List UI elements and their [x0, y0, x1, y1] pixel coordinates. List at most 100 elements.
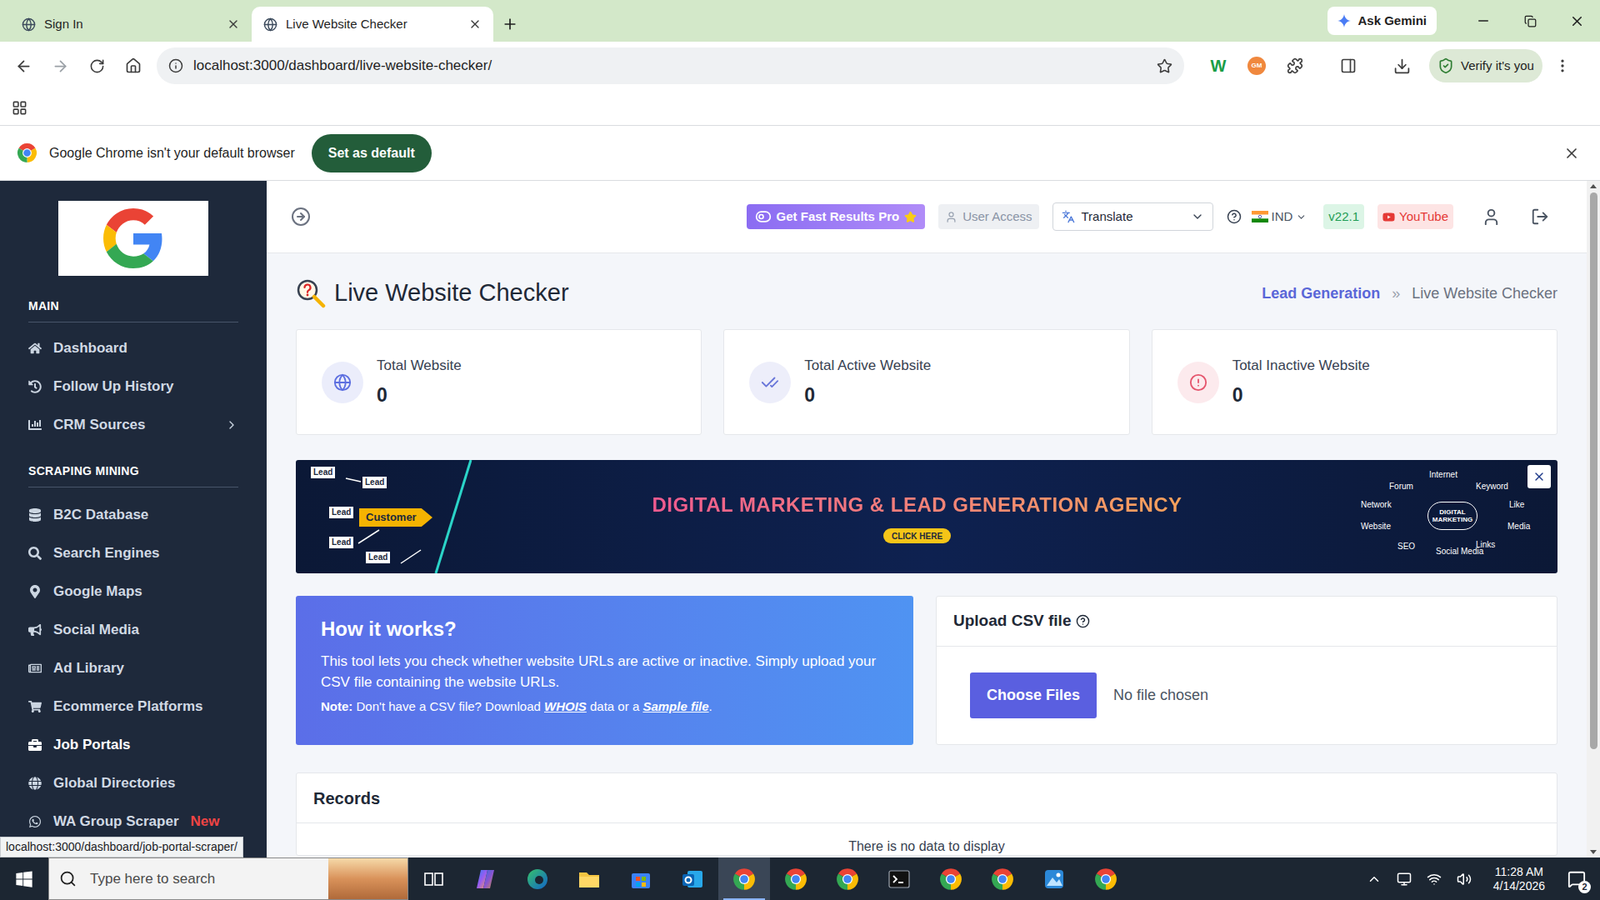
- note-link[interactable]: Sample file: [642, 699, 709, 714]
- breadcrumb-link[interactable]: Lead Generation: [1261, 282, 1380, 305]
- tab-title: Live Website Checker: [285, 15, 460, 35]
- copilot-icon: [474, 867, 498, 891]
- help-icon[interactable]: [1075, 614, 1090, 629]
- lead-tag: Lead: [329, 506, 354, 519]
- briefcase-icon: [28, 738, 42, 752]
- close-tab-icon[interactable]: [226, 17, 240, 31]
- back-button[interactable]: [6, 49, 40, 83]
- cart-icon: [28, 700, 42, 714]
- close-window-button[interactable]: [1553, 0, 1600, 42]
- side-panel-button[interactable]: [1332, 50, 1365, 82]
- page-title-row: Live Website CheckerLead Generation»Live…: [295, 275, 1558, 312]
- task-view-icon: [423, 868, 445, 890]
- sidebar-item[interactable]: Ecommerce Platforms: [28, 687, 239, 726]
- restore-icon: [1524, 15, 1537, 28]
- sidebar-item[interactable]: Search Engines: [28, 534, 239, 573]
- start-button[interactable]: [0, 857, 49, 900]
- sidebar-item[interactable]: WA Group ScraperNew: [28, 802, 239, 841]
- sidebar-item[interactable]: Global Directories: [28, 764, 239, 803]
- taskbar-app[interactable]: [925, 857, 977, 900]
- taskbar-app[interactable]: [615, 857, 667, 900]
- set-default-button[interactable]: Set as default: [311, 134, 432, 173]
- browser-tab[interactable]: Sign In: [10, 6, 252, 42]
- profile-icon[interactable]: [1481, 207, 1501, 227]
- ask-gemini-button[interactable]: Ask Gemini: [1327, 6, 1437, 35]
- sidebar-item[interactable]: Job Portals: [28, 725, 239, 765]
- sidebar-item[interactable]: CRM Sources: [28, 405, 239, 445]
- browser-tab[interactable]: Live Website Checker: [251, 6, 494, 42]
- globe-icon: [333, 373, 352, 392]
- minimize-icon: [1475, 13, 1491, 29]
- volume-icon[interactable]: [1456, 871, 1472, 887]
- taskbar-app[interactable]: [770, 857, 822, 900]
- taskbar-search[interactable]: Type here to search: [48, 857, 409, 900]
- taskbar-app[interactable]: [873, 857, 925, 900]
- reload-button[interactable]: [80, 49, 114, 83]
- apps-grid-icon[interactable]: [11, 100, 28, 116]
- scroll-down-icon[interactable]: [1586, 845, 1600, 858]
- sidebar-item[interactable]: B2C Database: [28, 495, 239, 535]
- sidebar-item[interactable]: Dashboard: [28, 329, 239, 368]
- pro-button[interactable]: Get Fast Results Pro: [746, 204, 926, 230]
- sidebar-item[interactable]: Google Maps: [28, 572, 239, 611]
- how-it-works-title: How it works?: [320, 614, 889, 645]
- menu-button[interactable]: [1549, 50, 1576, 82]
- taskbar-app[interactable]: [460, 857, 512, 900]
- taskbar-app[interactable]: [1080, 857, 1132, 900]
- taskbar-app[interactable]: [718, 857, 770, 900]
- taskbar-app[interactable]: [821, 857, 874, 900]
- forward-button[interactable]: [43, 49, 77, 83]
- taskbar-app[interactable]: [666, 857, 719, 900]
- tray-overflow-icon[interactable]: [1366, 871, 1382, 887]
- country-select[interactable]: IND: [1248, 204, 1311, 230]
- restore-button[interactable]: [1506, 0, 1554, 42]
- clock[interactable]: 11:28 AM4/14/2026: [1486, 865, 1552, 894]
- extensions-button[interactable]: [1279, 50, 1311, 82]
- extension-button[interactable]: GM: [1240, 50, 1273, 82]
- scroll-up-icon[interactable]: [1586, 180, 1600, 193]
- taskbar-app[interactable]: [976, 857, 1029, 900]
- banner-click-button[interactable]: CLICK HERE: [883, 528, 951, 544]
- records-empty: There is no data to display: [848, 838, 1005, 855]
- logout-icon[interactable]: [1530, 207, 1550, 226]
- minimize-button[interactable]: [1460, 0, 1507, 42]
- help-icon[interactable]: [1226, 209, 1242, 225]
- network-icon[interactable]: [1426, 871, 1442, 887]
- taskbar-app[interactable]: [1028, 857, 1080, 900]
- taskbar-app[interactable]: [408, 857, 460, 900]
- address-bar[interactable]: localhost:3000/dashboard/live-website-ch…: [156, 47, 1185, 85]
- user-icon: [945, 210, 958, 224]
- scrollbar-thumb[interactable]: [1590, 192, 1598, 750]
- taskbar-app[interactable]: [511, 857, 564, 900]
- scrollbar[interactable]: [1586, 180, 1600, 858]
- photos-icon: [1042, 867, 1066, 891]
- user-access-button[interactable]: User Access: [938, 204, 1039, 230]
- toggle-sidebar-icon[interactable]: [290, 206, 311, 227]
- site-info-icon[interactable]: [168, 58, 184, 74]
- sidebar-item[interactable]: Ad Library: [28, 649, 239, 688]
- bookmark-star-icon[interactable]: [1156, 58, 1173, 75]
- notification-count: 2: [1578, 880, 1591, 894]
- sidebar-item[interactable]: Social Media: [28, 610, 239, 650]
- banner-headline: DIGITAL MARKETING & LEAD GENERATION AGEN…: [651, 490, 1182, 520]
- display-icon[interactable]: [1396, 871, 1412, 887]
- screen: Sign In Live Website Checker Ask Gemini loc…: [0, 0, 1600, 900]
- close-tab-icon[interactable]: [468, 17, 482, 31]
- logo-box[interactable]: [58, 200, 209, 276]
- choose-files-button[interactable]: Choose Files: [970, 672, 1097, 719]
- downloads-button[interactable]: [1385, 50, 1418, 82]
- profile-button[interactable]: Verify it's you: [1429, 49, 1543, 83]
- new-tab-button[interactable]: [493, 6, 527, 42]
- close-infobar-icon[interactable]: [1563, 145, 1580, 162]
- ad-banner[interactable]: LeadLeadLeadLeadLeadCustomerDIGITAL MARK…: [295, 460, 1558, 574]
- toggle-icon: [755, 208, 772, 225]
- taskbar-app[interactable]: [563, 857, 615, 900]
- notifications-button[interactable]: 2: [1560, 857, 1594, 900]
- youtube-button[interactable]: YouTube: [1377, 204, 1454, 230]
- note-link[interactable]: WHOIS: [544, 699, 587, 714]
- home-button[interactable]: [116, 49, 150, 83]
- translate-select[interactable]: Translate: [1052, 202, 1214, 231]
- sidebar-item[interactable]: Follow Up History: [28, 367, 239, 406]
- close-banner-button[interactable]: [1527, 465, 1551, 489]
- extension-button[interactable]: W: [1202, 50, 1235, 82]
